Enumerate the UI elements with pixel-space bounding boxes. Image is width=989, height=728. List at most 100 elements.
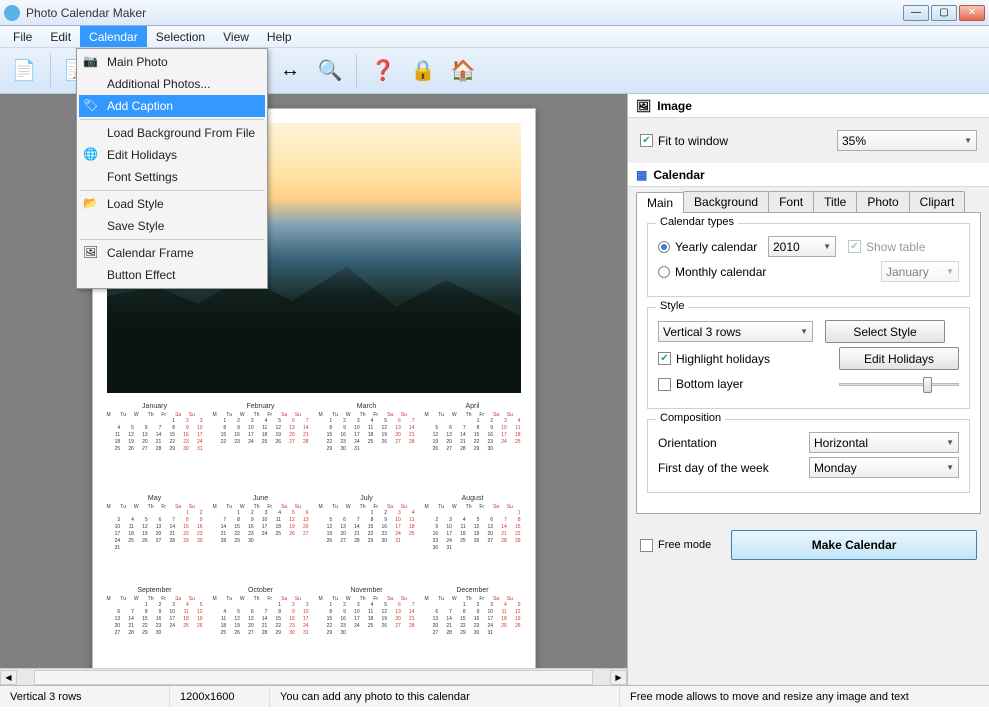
status-hint: You can add any photo to this calendar (270, 686, 620, 707)
menu-item-edit-holidays[interactable]: 🌐Edit Holidays (79, 144, 265, 166)
horizontal-scrollbar[interactable]: ◀ ▶ (0, 668, 627, 685)
edit-holidays-button[interactable]: Edit Holidays (839, 347, 959, 370)
menu-item-save-style[interactable]: Save Style (79, 215, 265, 237)
status-freemode-hint: Free mode allows to move and resize any … (620, 686, 989, 707)
month-october: OctoberMTuWThFrSaSu000012345678910111213… (213, 587, 309, 668)
month-july: JulyMTuWThFrSaSu000123456789101112131415… (319, 495, 415, 581)
toolbar-lock-button[interactable]: 🔒 (405, 53, 441, 89)
toolbar-zoom-button[interactable]: 🔍 (312, 53, 348, 89)
chevron-down-icon: ▼ (823, 242, 831, 251)
menu-item-button-effect[interactable]: Button Effect (79, 264, 265, 286)
menu-item-add-caption[interactable]: 🏷Add Caption (79, 95, 265, 117)
caption-icon: 🏷 (83, 98, 99, 114)
month-january: JanuaryMTuWThFrSaSu000012345678910111213… (107, 403, 203, 489)
menu-calendar[interactable]: Calendar (80, 26, 147, 47)
select-style-button[interactable]: Select Style (825, 320, 945, 343)
menu-selection[interactable]: Selection (147, 26, 214, 47)
app-icon (4, 5, 20, 21)
month-august: AugustMTuWThFrSaSu0000001234567891011121… (425, 495, 521, 581)
fit-to-window-checkbox[interactable]: ✔ (640, 134, 653, 147)
make-calendar-button[interactable]: Make Calendar (731, 530, 977, 560)
scroll-right-arrow[interactable]: ▶ (610, 670, 627, 685)
scroll-track[interactable] (34, 670, 593, 685)
image-panel-header[interactable]: 🖼 Image (628, 94, 989, 118)
month-november: NovemberMTuWThFrSaSu12345678910111213141… (319, 587, 415, 668)
grid-icon: ▦ (636, 168, 647, 182)
toolbar-home-button[interactable]: 🏠 (445, 53, 481, 89)
chevron-down-icon: ▼ (946, 267, 954, 276)
composition-group: Composition Orientation Horizontal▼ Firs… (647, 419, 970, 493)
menu-item-main-photo[interactable]: 📷Main Photo (79, 51, 265, 73)
menubar: File Edit Calendar Selection View Help (0, 26, 989, 48)
composition-label: Composition (656, 412, 725, 424)
free-mode-label: Free mode (658, 539, 711, 551)
year-select[interactable]: 2010▼ (768, 236, 836, 257)
highlight-holidays-checkbox[interactable]: ✔ (658, 352, 671, 365)
toolbar-arrows-button[interactable]: ↔ (272, 53, 308, 89)
tab-main[interactable]: Main (636, 192, 684, 213)
help-icon: ❓ (371, 58, 396, 83)
calendar-types-label: Calendar types (656, 216, 738, 228)
free-mode-checkbox[interactable] (640, 539, 653, 552)
bottom-layer-slider[interactable] (839, 374, 959, 394)
highlight-holidays-label: Highlight holidays (676, 352, 839, 366)
bottom-layer-checkbox[interactable] (658, 378, 671, 391)
folder-icon: 📂 (83, 196, 99, 212)
menu-help[interactable]: Help (258, 26, 301, 47)
chevron-down-icon: ▼ (964, 136, 972, 145)
titlebar: Photo Calendar Maker — ▢ ✕ (0, 0, 989, 26)
menu-item-calendar-frame[interactable]: 🖼Calendar Frame (79, 242, 265, 264)
minimize-button[interactable]: — (903, 5, 929, 21)
month-february: FebruaryMTuWThFrSaSu12345678910111213141… (213, 403, 309, 489)
status-size: 1200x1600 (170, 686, 270, 707)
monthly-radio[interactable] (658, 266, 670, 278)
menu-item-load-background-from-file[interactable]: Load Background From File (79, 122, 265, 144)
month-april: AprilMTuWThFrSaSu00012345678910111213141… (425, 403, 521, 489)
month-select: January▼ (881, 261, 959, 282)
calendar-tabs: Main Background Font Title Photo Clipart (636, 191, 981, 213)
zoom-select[interactable]: 35% ▼ (837, 130, 977, 151)
tab-title[interactable]: Title (813, 191, 857, 212)
calendar-menu-dropdown: 📷Main PhotoAdditional Photos...🏷Add Capt… (76, 48, 268, 289)
chevron-down-icon: ▼ (946, 438, 954, 447)
toolbar-new-page-button[interactable]: 📄 (6, 53, 42, 89)
side-panel: 🖼 Image ✔ Fit to window 35%▼ ▦ Calendar … (627, 94, 989, 685)
menu-edit[interactable]: Edit (41, 26, 80, 47)
globe-icon: 🌐 (83, 147, 99, 163)
yearly-radio[interactable] (658, 241, 670, 253)
orientation-label: Orientation (658, 436, 809, 450)
home-icon: 🏠 (451, 58, 476, 83)
maximize-button[interactable]: ▢ (931, 5, 957, 21)
arrows-icon: ↔ (280, 59, 300, 82)
menu-item-load-style[interactable]: 📂Load Style (79, 193, 265, 215)
menu-view[interactable]: View (214, 26, 258, 47)
new-page-icon: 📄 (12, 58, 37, 83)
camera-icon: 📷 (83, 54, 99, 70)
orientation-select[interactable]: Horizontal▼ (809, 432, 959, 453)
zoom-value: 35% (842, 134, 866, 148)
tab-photo[interactable]: Photo (856, 191, 909, 212)
firstday-label: First day of the week (658, 461, 809, 475)
image-header-label: Image (657, 99, 692, 113)
tab-font[interactable]: Font (768, 191, 814, 212)
monthly-label: Monthly calendar (675, 265, 881, 279)
close-button[interactable]: ✕ (959, 5, 985, 21)
window-title: Photo Calendar Maker (26, 6, 903, 20)
frame-icon: 🖼 (83, 245, 99, 261)
tab-clipart[interactable]: Clipart (909, 191, 966, 212)
firstday-select[interactable]: Monday▼ (809, 457, 959, 478)
tab-background[interactable]: Background (683, 191, 769, 212)
style-select[interactable]: Vertical 3 rows▼ (658, 321, 813, 342)
image-icon: 🖼 (636, 99, 651, 113)
menu-file[interactable]: File (4, 26, 41, 47)
menu-item-additional-photos-[interactable]: Additional Photos... (79, 73, 265, 95)
scroll-left-arrow[interactable]: ◀ (0, 670, 17, 685)
calendar-panel-header[interactable]: ▦ Calendar (628, 163, 989, 187)
toolbar-help-button[interactable]: ❓ (365, 53, 401, 89)
lock-icon: 🔒 (411, 58, 436, 83)
month-december: DecemberMTuWThFrSaSu00123456789101112131… (425, 587, 521, 668)
month-may: MayMTuWThFrSaSu0000012345678910111213141… (107, 495, 203, 581)
calendar-types-group: Calendar types Yearly calendar 2010▼ ✔ S… (647, 223, 970, 297)
menu-item-font-settings[interactable]: Font Settings (79, 166, 265, 188)
style-group-label: Style (656, 300, 688, 312)
